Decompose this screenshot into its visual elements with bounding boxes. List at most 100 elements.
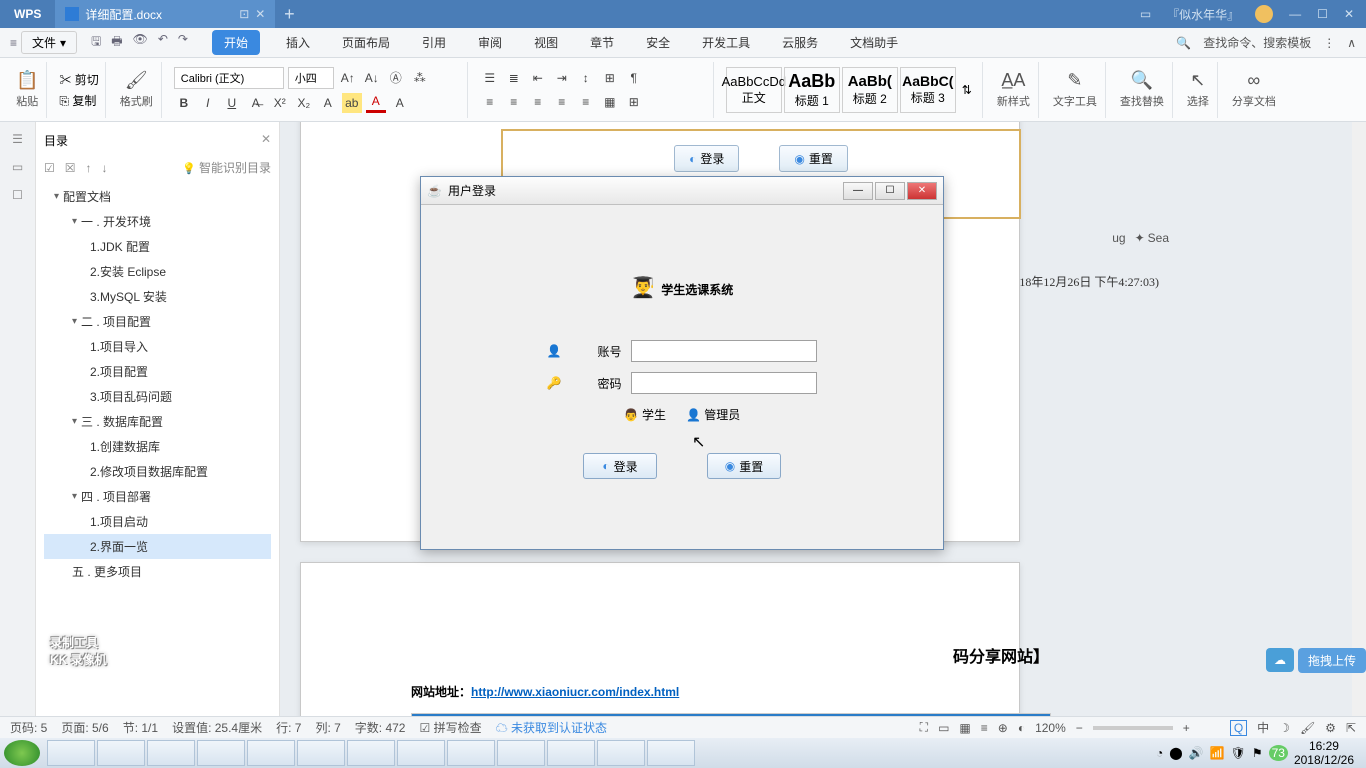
- line-spacing-button[interactable]: ↕: [576, 68, 596, 88]
- view-fullscreen-icon[interactable]: ⛶: [920, 720, 928, 735]
- view-web-icon[interactable]: ⊕: [998, 721, 1008, 735]
- tab-chapter[interactable]: 章节: [584, 30, 620, 55]
- zoom-value[interactable]: 120%: [1035, 721, 1066, 735]
- toc-item[interactable]: 1.项目导入: [44, 334, 271, 359]
- task-wps[interactable]: [597, 740, 645, 766]
- search-placeholder[interactable]: 查找命令、搜索模板: [1203, 34, 1311, 51]
- tab-view[interactable]: 视图: [528, 30, 564, 55]
- tab-review[interactable]: 审阅: [472, 30, 508, 55]
- file-menu[interactable]: 文件▾: [21, 31, 77, 54]
- toc-item[interactable]: 3.项目乱码问题: [44, 384, 271, 409]
- dialog-close-button[interactable]: ✕: [907, 182, 937, 200]
- outdent-button[interactable]: ⇤: [528, 68, 548, 88]
- reset-button[interactable]: ◉重置: [707, 453, 781, 479]
- font-size-select[interactable]: 小四: [288, 67, 334, 89]
- tray-volume-icon[interactable]: 🔊: [1189, 746, 1204, 760]
- style-normal[interactable]: AaBbCcDd正文: [726, 67, 782, 113]
- tray-flag-icon[interactable]: ⚑: [1252, 746, 1263, 760]
- q-icon[interactable]: Q: [1230, 720, 1247, 736]
- nav-icon[interactable]: ☰: [12, 132, 23, 146]
- tray-icon1[interactable]: ◔: [1156, 746, 1163, 760]
- toc-item[interactable]: 2.项目配置: [44, 359, 271, 384]
- toc-down-icon[interactable]: ↓: [102, 161, 108, 175]
- undo-icon[interactable]: ↶: [158, 32, 168, 53]
- grow-font-icon[interactable]: A↑: [338, 68, 358, 88]
- task-folder2[interactable]: [197, 740, 245, 766]
- user-avatar[interactable]: [1255, 5, 1273, 23]
- username-input[interactable]: [631, 340, 817, 362]
- bold-button[interactable]: B: [174, 93, 194, 113]
- bullets-button[interactable]: ☰: [480, 68, 500, 88]
- toc-item[interactable]: 1.创建数据库: [44, 434, 271, 459]
- tab-page-layout[interactable]: 页面布局: [336, 30, 396, 55]
- login-button[interactable]: ◐登录: [583, 453, 657, 479]
- toc-item[interactable]: ▾四 . 项目部署: [44, 484, 271, 509]
- shrink-font-icon[interactable]: A↓: [362, 68, 382, 88]
- task-notes[interactable]: [497, 740, 545, 766]
- moon-icon[interactable]: ☽: [1279, 721, 1290, 735]
- justify-button[interactable]: ≡: [552, 92, 572, 112]
- task-explorer[interactable]: [47, 740, 95, 766]
- view-outline-icon[interactable]: ≡: [981, 721, 988, 735]
- toc-up-icon[interactable]: ↑: [86, 161, 92, 175]
- tab-pin-icon[interactable]: ⊡: [239, 7, 249, 21]
- status-page-no[interactable]: 页码: 5: [10, 719, 47, 736]
- minimize-button[interactable]: —: [1289, 7, 1301, 21]
- highlight-button[interactable]: ab: [342, 93, 362, 113]
- char-shade-button[interactable]: A: [390, 93, 410, 113]
- tray-icon2[interactable]: ⬤: [1169, 746, 1182, 760]
- char-case-icon[interactable]: ⁂: [410, 68, 430, 88]
- sort-button[interactable]: ⊞: [600, 68, 620, 88]
- cut-button[interactable]: ✂ 剪切: [59, 71, 98, 88]
- toc-item[interactable]: 1.项目启动: [44, 509, 271, 534]
- tab-close-icon[interactable]: ✕: [255, 7, 265, 21]
- role-student-radio[interactable]: 👨 学生: [624, 406, 666, 423]
- toc-item[interactable]: ▾一 . 开发环境: [44, 209, 271, 234]
- toc-item[interactable]: 1.JDK 配置: [44, 234, 271, 259]
- tray-network-icon[interactable]: 📶: [1210, 746, 1225, 760]
- superscript-button[interactable]: X²: [270, 93, 290, 113]
- align-left-button[interactable]: ≡: [480, 92, 500, 112]
- task-onenote[interactable]: [397, 740, 445, 766]
- toc-expand-icon[interactable]: ☑: [44, 161, 55, 175]
- show-marks-button[interactable]: ¶: [624, 68, 644, 88]
- toc-item[interactable]: 五 . 更多项目: [44, 559, 271, 584]
- password-input[interactable]: [631, 372, 817, 394]
- collapse-ribbon-icon[interactable]: ⋮: [1323, 36, 1335, 50]
- zoom-out-icon[interactable]: −: [1076, 721, 1083, 735]
- numbering-button[interactable]: ≣: [504, 68, 524, 88]
- close-button[interactable]: ✕: [1344, 7, 1354, 21]
- hamburger-icon[interactable]: ≡: [10, 36, 17, 50]
- style-heading1[interactable]: AaBb标题 1: [784, 67, 840, 113]
- tab-start[interactable]: 开始: [212, 30, 260, 55]
- document-tab[interactable]: 详细配置.docx ⊡ ✕: [55, 0, 275, 28]
- new-style-button[interactable]: A̲A新样式: [989, 62, 1039, 118]
- indent-button[interactable]: ⇥: [552, 68, 572, 88]
- strike-button[interactable]: A̶: [246, 93, 266, 113]
- clock[interactable]: 16:292018/12/26: [1294, 739, 1354, 768]
- text-effect-button[interactable]: A: [318, 93, 338, 113]
- tab-doc-helper[interactable]: 文档助手: [844, 30, 904, 55]
- tab-insert[interactable]: 插入: [280, 30, 316, 55]
- new-tab-button[interactable]: +: [275, 4, 303, 25]
- doc-url-link[interactable]: http://www.xiaoniucr.com/index.html: [471, 685, 679, 699]
- task-app1[interactable]: [297, 740, 345, 766]
- underline-button[interactable]: U: [222, 93, 242, 113]
- italic-button[interactable]: I: [198, 93, 218, 113]
- smart-toc-button[interactable]: 💡 智能识别目录: [182, 159, 271, 176]
- task-chrome[interactable]: [247, 740, 295, 766]
- font-select[interactable]: Calibri (正文): [174, 67, 284, 89]
- tray-shield-icon[interactable]: 🛡: [1231, 746, 1246, 760]
- upload-badge[interactable]: 拖拽上传: [1298, 648, 1366, 673]
- distribute-button[interactable]: ≡: [576, 92, 596, 112]
- toc-item[interactable]: 2.修改项目数据库配置: [44, 459, 271, 484]
- toc-item[interactable]: ▾配置文档: [44, 184, 271, 209]
- toc-item[interactable]: 3.MySQL 安装: [44, 284, 271, 309]
- find-replace-button[interactable]: 🔍查找替换: [1112, 62, 1173, 118]
- copy-button[interactable]: ⎘ 复制: [59, 92, 98, 109]
- align-center-button[interactable]: ≡: [504, 92, 524, 112]
- tray-badge[interactable]: 73: [1269, 745, 1288, 761]
- task-java[interactable]: [647, 740, 695, 766]
- ime-icon[interactable]: 中: [1257, 719, 1269, 736]
- start-button[interactable]: [4, 740, 40, 766]
